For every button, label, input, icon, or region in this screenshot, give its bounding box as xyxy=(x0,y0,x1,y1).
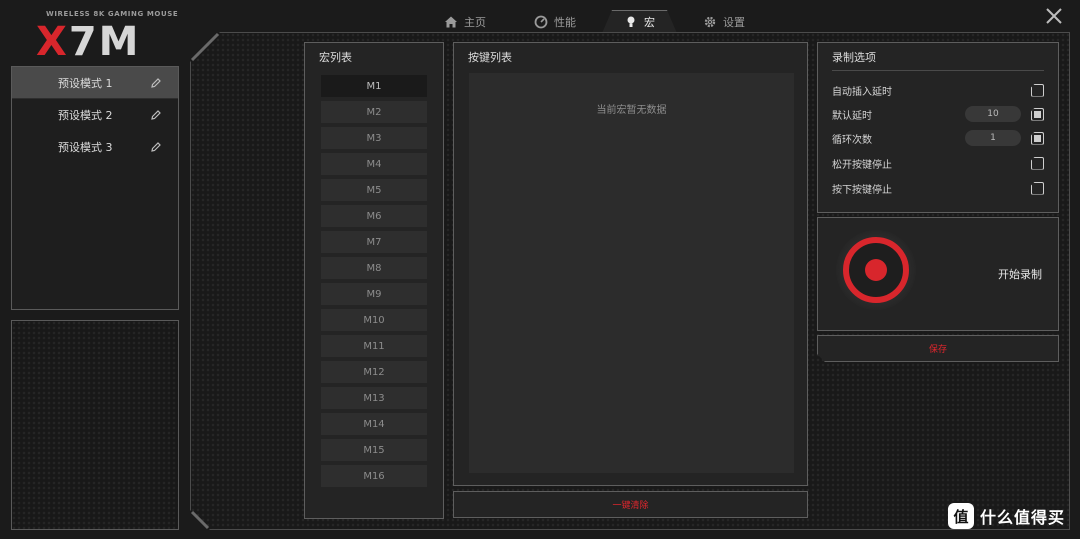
key-list-empty-text: 当前宏暂无数据 xyxy=(596,105,667,116)
record-panel: 开始录制 xyxy=(817,217,1059,331)
macro-item-m2[interactable]: M2 xyxy=(321,101,427,123)
option-label: 循环次数 xyxy=(832,134,872,146)
macro-item-m8[interactable]: M8 xyxy=(321,257,427,279)
default-delay-input[interactable]: 10 xyxy=(965,106,1021,122)
auto-insert-delay-checkbox[interactable] xyxy=(1031,83,1044,97)
key-list-panel: 按键列表 当前宏暂无数据 xyxy=(453,42,808,486)
edit-pencil-icon[interactable] xyxy=(150,141,162,153)
option-default-delay: 默认延时 10 xyxy=(832,105,1044,123)
record-label: 开始录制 xyxy=(998,268,1042,281)
record-ring xyxy=(843,237,909,303)
edit-pencil-icon[interactable] xyxy=(150,109,162,121)
macro-item-m16[interactable]: M16 xyxy=(321,465,427,487)
tab-home[interactable]: 主页 xyxy=(420,10,510,34)
left-lower-panel xyxy=(11,320,179,530)
macro-item-m7[interactable]: M7 xyxy=(321,231,427,253)
macro-item-m6[interactable]: M6 xyxy=(321,205,427,227)
tab-label: 主页 xyxy=(464,16,486,29)
macro-item-m1[interactable]: M1 xyxy=(321,75,427,97)
option-auto-insert-delay: 自动插入延时 xyxy=(832,81,1044,99)
record-button[interactable] xyxy=(836,230,916,310)
option-stop-on-press: 按下按键停止 xyxy=(832,179,1044,197)
tab-macro[interactable]: 宏 xyxy=(600,10,679,34)
default-delay-checkbox[interactable] xyxy=(1031,107,1044,121)
key-list-title: 按键列表 xyxy=(468,51,512,64)
macro-item-m13[interactable]: M13 xyxy=(321,387,427,409)
macro-item-m15[interactable]: M15 xyxy=(321,439,427,461)
home-icon xyxy=(445,16,457,28)
loop-count-input[interactable]: 1 xyxy=(965,130,1021,146)
preset-item-1[interactable]: 预设模式 1 xyxy=(12,67,178,99)
loop-count-checkbox[interactable] xyxy=(1031,131,1044,145)
watermark-text: 什么值得买 xyxy=(980,508,1066,527)
macro-item-m3[interactable]: M3 xyxy=(321,127,427,149)
macro-item-m9[interactable]: M9 xyxy=(321,283,427,305)
option-label: 按下按键停止 xyxy=(832,184,892,196)
tab-label: 设置 xyxy=(723,16,745,29)
option-label: 默认延时 xyxy=(832,110,872,122)
macro-item-m4[interactable]: M4 xyxy=(321,153,427,175)
tab-settings[interactable]: 设置 xyxy=(679,10,769,34)
logo-mark: X7M xyxy=(36,19,141,65)
gauge-icon xyxy=(534,15,548,29)
preset-item-3[interactable]: 预设模式 3 xyxy=(12,131,178,163)
bulb-icon xyxy=(627,16,635,27)
app-window: WIRELESS 8K GAMING MOUSE X7M 主页 性能 宏 设置 … xyxy=(0,0,1080,539)
option-stop-on-release: 松开按键停止 xyxy=(832,154,1044,172)
tab-performance[interactable]: 性能 xyxy=(510,10,600,34)
preset-list: 预设模式 1 预设模式 2 预设模式 3 xyxy=(11,66,179,310)
stop-on-press-checkbox[interactable] xyxy=(1031,181,1044,195)
edit-pencil-icon[interactable] xyxy=(150,77,162,89)
watermark: 值 什么值得买 xyxy=(948,503,1065,529)
macro-list-panel: 宏列表 M1 M2 M3 M4 M5 M6 M7 M8 M9 M10 M11 M… xyxy=(304,42,444,519)
tab-label: 性能 xyxy=(554,16,576,29)
clear-all-button[interactable]: 一键清除 xyxy=(453,491,808,518)
record-dot-icon xyxy=(865,259,887,281)
preset-label: 预设模式 1 xyxy=(58,76,113,90)
option-label: 自动插入延时 xyxy=(832,86,892,98)
save-button[interactable]: 保存 xyxy=(817,335,1059,362)
preset-item-2[interactable]: 预设模式 2 xyxy=(12,99,178,131)
brand-logo: WIRELESS 8K GAMING MOUSE X7M xyxy=(36,10,178,65)
divider xyxy=(832,70,1044,71)
macro-item-m11[interactable]: M11 xyxy=(321,335,427,357)
macro-item-m12[interactable]: M12 xyxy=(321,361,427,383)
option-label: 松开按键停止 xyxy=(832,159,892,171)
macro-item-m10[interactable]: M10 xyxy=(321,309,427,331)
option-loop-count: 循环次数 1 xyxy=(832,129,1044,147)
gear-icon xyxy=(704,16,716,28)
close-icon[interactable] xyxy=(1044,6,1064,26)
stop-on-release-checkbox[interactable] xyxy=(1031,156,1044,170)
main-tabs: 主页 性能 宏 设置 xyxy=(420,10,769,34)
tab-label: 宏 xyxy=(644,16,655,29)
preset-label: 预设模式 2 xyxy=(58,109,113,122)
macro-list-title: 宏列表 xyxy=(319,51,352,64)
logo-subtitle: WIRELESS 8K GAMING MOUSE xyxy=(46,10,179,18)
watermark-badge: 值 xyxy=(948,503,974,529)
record-options-panel: 录制选项 自动插入延时 默认延时 10 循环次数 1 松开按键停止 按下按键停止 xyxy=(817,42,1059,213)
macro-item-m5[interactable]: M5 xyxy=(321,179,427,201)
record-options-title: 录制选项 xyxy=(832,51,876,64)
macro-item-m14[interactable]: M14 xyxy=(321,413,427,435)
preset-label: 预设模式 3 xyxy=(58,141,113,154)
key-list-area[interactable]: 当前宏暂无数据 xyxy=(469,73,794,473)
